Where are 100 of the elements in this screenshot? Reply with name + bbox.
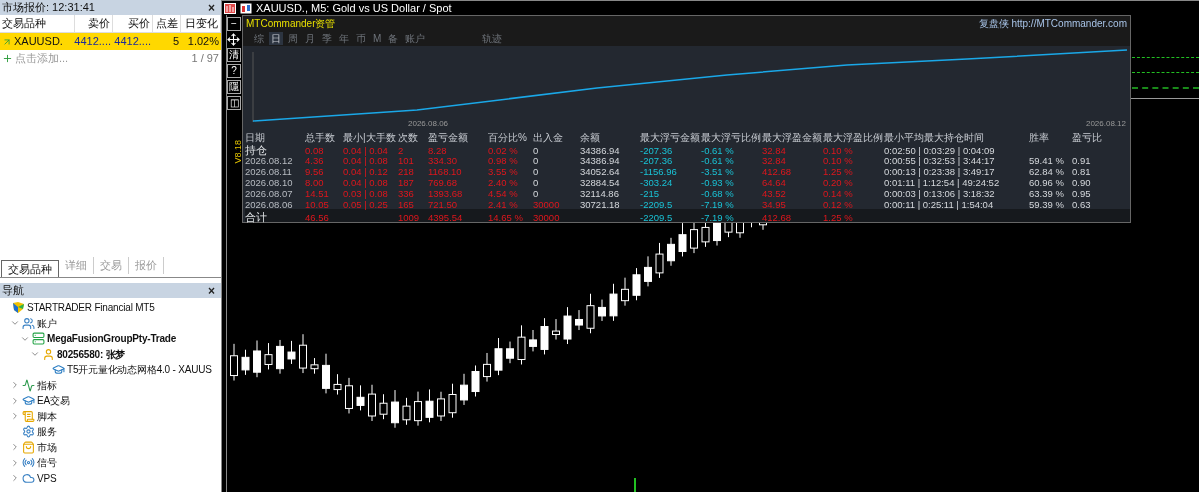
table-cell: 0.20 %: [823, 177, 853, 188]
table-cell: 0.81: [1072, 166, 1091, 178]
service-icon: [22, 425, 35, 439]
add-icon[interactable]: [2, 52, 13, 64]
table-cell: -3.51 %: [701, 166, 734, 178]
signal-icon: [22, 456, 35, 470]
column-header[interactable]: 买价: [113, 15, 153, 32]
expert-icon: [22, 394, 35, 408]
toolbar-button[interactable]: −: [227, 17, 241, 31]
table-cell: -0.61 %: [701, 144, 734, 156]
symbol-count: 1 / 97: [191, 50, 219, 66]
tree-item[interactable]: 信号: [37, 455, 57, 471]
close-button[interactable]: ×: [204, 284, 219, 297]
column-header: 胜率: [1029, 132, 1050, 144]
table-cell: 2.41 %: [488, 198, 518, 210]
table-cell-text: 4412....: [75, 34, 112, 50]
table-cell: 101: [398, 155, 414, 167]
period-tab[interactable]: 年: [337, 32, 351, 45]
collapse-chevron-icon[interactable]: [10, 473, 20, 484]
table-cell: 1168.10: [428, 166, 462, 178]
table-cell: 1.25 %: [823, 166, 853, 178]
axis-date-label: 2026.08.06: [408, 118, 449, 131]
tree-item[interactable]: 服务: [37, 424, 57, 440]
table-cell: 4395.54: [428, 211, 463, 223]
table-cell: 336: [398, 187, 414, 199]
period-tab[interactable]: 备: [386, 32, 401, 45]
period-tab[interactable]: M: [371, 32, 384, 45]
column-header: 出入金: [533, 132, 564, 144]
table-cell: 2.40 %: [488, 177, 518, 188]
table-cell: 0.95: [1072, 187, 1091, 199]
toolbar-button[interactable]: ?: [227, 64, 241, 78]
tree-item[interactable]: VPS: [37, 470, 57, 486]
table-cell: 46.56: [305, 211, 329, 223]
table-cell: 769.68: [428, 177, 458, 188]
move-icon[interactable]: [227, 33, 240, 46]
table-cell: 0:02:50 | 0:03:29 | 0:04:09: [884, 144, 995, 156]
toolbar-button[interactable]: 清: [227, 48, 241, 62]
column-header[interactable]: 卖价: [75, 15, 113, 32]
table-cell: 0.04 | 0.12: [343, 166, 388, 178]
table-cell: 0.04 | 0.08: [343, 177, 388, 188]
collapse-chevron-icon[interactable]: [10, 395, 20, 406]
table-cell: 0.63: [1072, 198, 1091, 210]
tree-item[interactable]: T5开元量化动态网格4.0 - XAUUS: [67, 362, 212, 378]
column-header[interactable]: 日变化: [181, 15, 221, 32]
period-tab[interactable]: 日: [269, 32, 283, 45]
table-cell-text: 1.02%: [186, 34, 220, 50]
toolbar-button[interactable]: ◫: [227, 96, 241, 110]
table-cell: 3.55 %: [488, 166, 518, 178]
tree-item[interactable]: 80256580: 张梦: [57, 346, 126, 362]
table-cell: 0:00:03 | 0:13:06 | 3:18:32: [884, 187, 995, 199]
period-tab[interactable]: 轨迹: [480, 32, 505, 45]
period-tab[interactable]: 综: [252, 32, 266, 45]
table-cell: 60.96 %: [1029, 177, 1064, 188]
table-cell: 32.84: [762, 144, 786, 156]
table-cell: 0.10 %: [823, 144, 853, 156]
tree-item[interactable]: 账户: [37, 315, 57, 331]
table-cell: 34.95: [762, 198, 786, 210]
tree-item[interactable]: 市场: [37, 439, 57, 455]
close-button[interactable]: ×: [204, 1, 219, 14]
collapse-chevron-icon[interactable]: [10, 457, 20, 468]
tab[interactable]: 交易品种: [1, 260, 59, 277]
column-header[interactable]: 交易品种: [0, 15, 75, 32]
table-cell: 34052.64: [580, 166, 620, 178]
table-cell: 30000: [533, 211, 560, 223]
trend-arrow-icon: [2, 36, 12, 47]
collapse-chevron-icon[interactable]: [10, 442, 20, 453]
collapse-chevron-icon[interactable]: [10, 411, 20, 422]
table-cell: 8.28: [428, 144, 447, 156]
table-cell: -2209.5: [640, 198, 673, 210]
broker-logo-icon: [12, 301, 25, 315]
chart-title: XAUUSD., M5: Gold vs US Dollar / Spot: [256, 0, 452, 16]
table-cell: 0.05 | 0.25: [343, 198, 388, 210]
toolbar-button[interactable]: 隱: [227, 80, 241, 94]
table-cell: 0.12 %: [823, 198, 853, 210]
period-tab[interactable]: 季: [320, 32, 334, 45]
column-header: 盈亏比: [1072, 132, 1103, 144]
symbol-row[interactable]: XAUUSD. 4412.... 4412.... 5 1.02%: [0, 33, 221, 50]
period-tab[interactable]: 周: [286, 32, 300, 45]
table-cell: 0:00:11 | 0:25:11 | 1:54:04: [884, 198, 994, 210]
tree-item[interactable]: 指标: [37, 377, 57, 393]
period-tab[interactable]: 币: [354, 32, 368, 45]
tree-item[interactable]: 脚本: [37, 408, 57, 424]
table-cell: 32884.54: [580, 177, 620, 188]
tree-item[interactable]: STARTRADER Financial MT5: [27, 300, 155, 316]
table-cell: 1.25 %: [823, 211, 853, 223]
website-link[interactable]: 复盘侠 http://MTCommander.com: [978, 16, 1127, 31]
tree-item[interactable]: EA交易: [37, 393, 70, 409]
collapse-chevron-icon[interactable]: [10, 380, 20, 391]
market-icon: [22, 440, 35, 454]
column-header: 最小平均最大持仓时间: [884, 132, 985, 144]
table-cell: 9.56: [305, 166, 324, 178]
period-tab[interactable]: 月: [303, 32, 317, 45]
tree-item[interactable]: MegaFusionGroupPty-Trade: [47, 331, 177, 347]
table-cell: 43.52: [762, 187, 786, 199]
table-cell: 0.14 %: [823, 187, 853, 199]
column-header: 总手数: [305, 132, 336, 144]
period-tab[interactable]: 账户: [403, 32, 428, 45]
table-cell: 0.03 | 0.08: [343, 187, 388, 199]
column-header[interactable]: 点差: [153, 15, 181, 32]
table-cell: 165: [398, 198, 414, 210]
